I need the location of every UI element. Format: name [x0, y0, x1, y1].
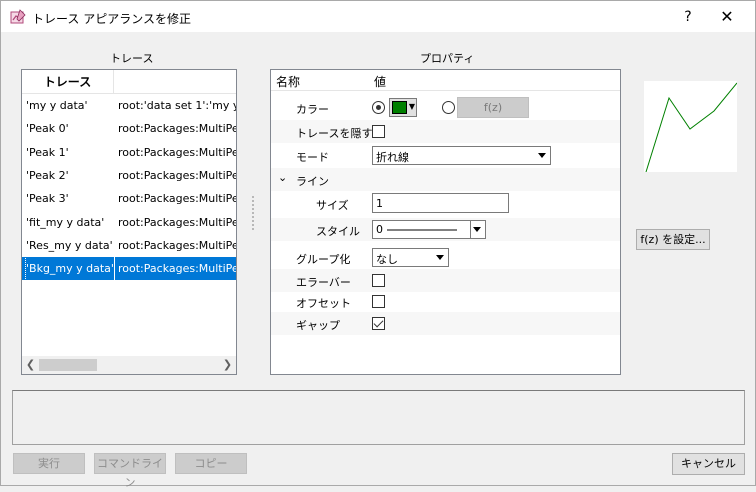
chevron-down-icon [436, 255, 444, 260]
group-dropdown[interactable]: なし [372, 248, 449, 267]
trace-column-header[interactable]: トレース [22, 70, 114, 94]
fz-color-button[interactable]: f(z) [457, 97, 529, 118]
column-separator [114, 257, 115, 281]
line-style-value: 0 [376, 223, 383, 236]
table-row[interactable]: 'Peak 1' root:Packages:MultiPe [22, 141, 236, 164]
size-label: サイズ [316, 199, 349, 212]
trace-list-header: トレース [22, 70, 236, 94]
chevron-down-icon [538, 153, 546, 158]
trace-path: root:Packages:MultiPe [118, 145, 236, 159]
trace-name: 'Bkg_my y data' [25, 256, 115, 282]
commandline-button[interactable]: コマンドライン [94, 453, 166, 489]
gap-checkbox[interactable] [372, 317, 385, 330]
scroll-left-icon[interactable]: ❮ [22, 356, 39, 374]
help-button[interactable]: ? [677, 6, 699, 28]
table-row[interactable]: 'Peak 2' root:Packages:MultiPe [22, 164, 236, 187]
color-swatch [392, 101, 407, 114]
title-bar: トレース アピアランスを修正 ? ✕ [1, 1, 755, 32]
property-grid: 名称 値 カラー ▼ f(z) トレースを隠す モード 折れ線 ⌄ ライン サイ… [270, 69, 621, 375]
table-row[interactable]: 'fit_my y data' root:Packages:MultiPe [22, 211, 236, 234]
set-fz-button[interactable]: f(z) を設定... [636, 229, 710, 250]
color-label: カラー [296, 103, 329, 116]
horizontal-scrollbar[interactable]: ❮ ❯ [22, 356, 236, 374]
chevron-down-icon: ▼ [408, 102, 415, 111]
trace-name: 'Peak 3' [26, 192, 69, 206]
table-row[interactable]: 'Res_my y data' root:Packages:MultiPe [22, 234, 236, 257]
table-row[interactable]: 'Bkg_my y data' root:Packages:MultiPe [22, 256, 236, 282]
mode-value: 折れ線 [376, 151, 409, 164]
line-group-label: ライン [296, 175, 329, 188]
scroll-thumb[interactable] [39, 359, 97, 371]
offset-label: オフセット [296, 297, 351, 310]
line-style-sample-icon [387, 229, 457, 231]
chevron-down-icon [473, 227, 481, 232]
property-row-line[interactable]: ⌄ ライン [271, 168, 620, 191]
property-grid-header: 名称 値 [271, 70, 620, 91]
value-column-header: 値 [374, 75, 387, 89]
offset-checkbox[interactable] [372, 295, 385, 308]
group-value: なし [376, 253, 398, 266]
trace-path: root:Packages:MultiPe [118, 262, 236, 276]
line-style-dropdown[interactable]: 0 [372, 220, 486, 239]
trace-name: 'Peak 2' [26, 168, 69, 182]
property-row-hide: トレースを隠す [271, 120, 620, 143]
dropdown-separator [470, 221, 471, 238]
fz-radio[interactable] [442, 101, 455, 114]
hide-trace-checkbox[interactable] [372, 125, 385, 138]
collapse-chevron-icon[interactable]: ⌄ [278, 171, 287, 184]
size-value: 1 [376, 197, 383, 210]
style-label: スタイル [316, 225, 360, 238]
errorbar-checkbox[interactable] [372, 274, 385, 287]
command-output-box [12, 390, 745, 445]
errorbar-label: エラーバー [296, 276, 351, 289]
property-row-color: カラー ▼ f(z) [271, 96, 620, 119]
name-column-header: 名称 [276, 75, 301, 89]
preview-line [645, 82, 737, 172]
panel-splitter[interactable] [252, 196, 254, 230]
property-row-offset: オフセット [271, 290, 620, 313]
app-icon [10, 9, 26, 24]
run-button[interactable]: 実行 [13, 453, 85, 474]
property-row-size: サイズ 1 [271, 192, 620, 215]
property-row-style: スタイル 0 [271, 218, 620, 241]
group-label: グループ化 [296, 253, 351, 266]
cancel-button[interactable]: キャンセル [672, 453, 745, 475]
property-row-group: グループ化 なし [271, 246, 620, 269]
trace-name: 'Peak 0' [26, 122, 69, 136]
table-row[interactable]: 'Peak 0' root:Packages:MultiPe [22, 117, 236, 140]
trace-path: root:'data set 1':'my y d [118, 99, 236, 112]
scroll-right-icon[interactable]: ❯ [219, 356, 236, 374]
gap-label: ギャップ [296, 319, 340, 332]
trace-path: root:Packages:MultiPe [118, 215, 236, 229]
traces-section-label: トレース [110, 52, 154, 65]
mode-label: モード [296, 151, 329, 164]
mode-dropdown[interactable]: 折れ線 [372, 146, 551, 165]
window-title: トレース アピアランスを修正 [32, 12, 191, 26]
trace-name: 'fit_my y data' [26, 215, 105, 229]
close-button[interactable]: ✕ [715, 6, 739, 28]
table-row[interactable]: 'my y data' root:'data set 1':'my y d [22, 94, 236, 117]
copy-button[interactable]: コピー [175, 453, 247, 474]
property-row-errorbar: エラーバー [271, 269, 620, 292]
size-input[interactable]: 1 [372, 193, 509, 213]
trace-name: 'Peak 1' [26, 145, 69, 159]
property-row-gap: ギャップ [271, 312, 620, 335]
trace-name: 'Res_my y data' [26, 238, 113, 252]
properties-section-label: プロパティ [420, 52, 475, 65]
dialog-window: トレース アピアランスを修正 ? ✕ トレース プロパティ トレース 'my y… [0, 0, 756, 489]
table-row[interactable]: 'Peak 3' root:Packages:MultiPe [22, 187, 236, 210]
trace-path: root:Packages:MultiPe [118, 192, 236, 206]
property-row-mode: モード 折れ線 [271, 144, 620, 167]
color-picker-button[interactable]: ▼ [389, 98, 417, 117]
trace-list[interactable]: トレース 'my y data' root:'data set 1':'my y … [21, 69, 237, 375]
trace-preview [644, 81, 737, 172]
trace-path: root:Packages:MultiPe [118, 238, 236, 252]
hide-trace-label: トレースを隠す [296, 127, 373, 140]
trace-path: root:Packages:MultiPe [118, 122, 236, 136]
trace-path: root:Packages:MultiPe [118, 168, 236, 182]
trace-name: 'my y data' [26, 99, 88, 112]
color-radio[interactable] [372, 101, 385, 114]
